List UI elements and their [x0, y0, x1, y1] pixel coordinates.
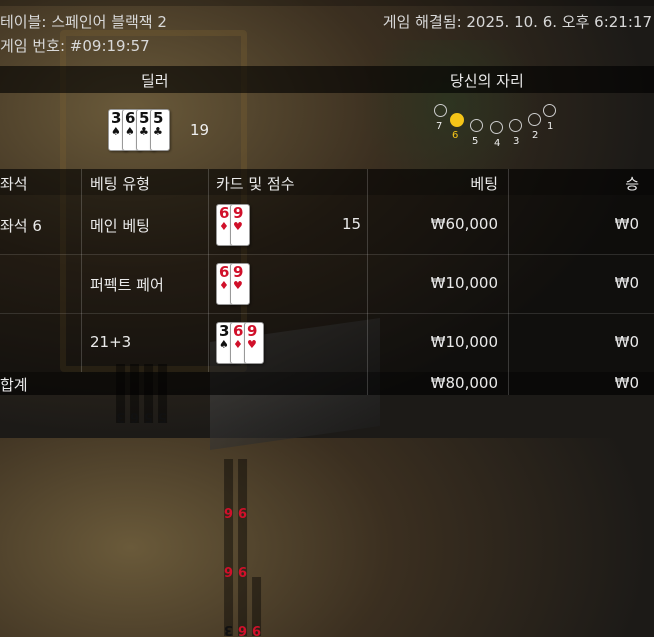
dealer-cards: 3 ♠ 3 6 ♠ 6 5 ♣ 5 5 ♣ 5	[108, 109, 170, 424]
playing-card: 9 ♥ 9	[244, 322, 264, 637]
card-rank: 5	[153, 109, 164, 127]
seat-circle	[509, 119, 522, 132]
playing-card: 9 ♥ 9	[230, 263, 250, 578]
seat-circle	[470, 119, 483, 132]
row-score: 15	[342, 215, 362, 233]
col-win: 승	[625, 175, 639, 193]
table-header: 좌석 베팅 유형 카드 및 점수 베팅 승	[0, 169, 654, 195]
playing-card: 5 ♣ 5	[150, 109, 170, 424]
card-rank-corner: 9	[237, 518, 247, 578]
row-cards: 6 ♦ 6 9 ♥ 9	[216, 204, 250, 519]
card-rank-corner: 6	[237, 577, 247, 637]
card-rank: 6	[219, 263, 230, 281]
row-divider	[0, 254, 654, 255]
top-bar	[0, 0, 654, 6]
header-left: 테이블: 스페인어 블랙잭 2 게임 번호: #09:19:57	[0, 10, 167, 58]
seat-circle	[434, 104, 447, 117]
row-bet-type: 21+3	[90, 333, 132, 351]
card-suit-icon: ♠	[125, 125, 135, 138]
seat-number: 3	[513, 136, 520, 147]
card-rank-corner: 6	[223, 459, 233, 519]
card-rank-corner: 9	[251, 577, 261, 637]
total-win: ₩0	[614, 374, 639, 392]
seat-circle-mine	[450, 113, 464, 127]
card-rank: 3	[111, 109, 122, 127]
col-cards: 카드 및 점수	[216, 175, 295, 193]
row-win: ₩0	[614, 215, 639, 233]
row-bet: ₩10,000	[430, 274, 498, 292]
table-row: 21+3 3 ♠ 3 6 ♦ 6 9 ♥ 9 ₩10,000 ₩0	[0, 313, 654, 637]
card-suit-icon: ♣	[139, 125, 149, 138]
your-seat-title: 당신의 자리	[450, 72, 524, 90]
row-win: ₩0	[614, 274, 639, 292]
card-rank: 9	[233, 204, 244, 222]
card-suit-icon: ♠	[111, 125, 121, 138]
total-bet: ₩80,000	[430, 374, 498, 392]
seat-circle	[528, 113, 541, 126]
seat-number: 2	[532, 130, 539, 141]
seat-number: 1	[547, 121, 554, 132]
card-suit-icon: ♦	[219, 220, 229, 233]
row-win: ₩0	[614, 333, 639, 351]
col-divider	[81, 169, 82, 372]
col-seat: 좌석	[0, 175, 28, 193]
card-suit-icon: ♦	[233, 338, 243, 351]
card-rank-corner: 9	[237, 459, 247, 519]
card-rank: 6	[233, 322, 244, 340]
col-divider	[367, 169, 368, 395]
table-name: 테이블: 스페인어 블랙잭 2	[0, 13, 167, 31]
row-divider	[0, 313, 654, 314]
total-label: 합계	[0, 376, 28, 394]
card-rank: 9	[233, 263, 244, 281]
card-suit-icon: ♥	[233, 279, 243, 292]
seat-circle	[490, 121, 503, 134]
seat-number: 6	[452, 130, 459, 141]
card-rank: 6	[219, 204, 230, 222]
card-suit-icon: ♣	[153, 125, 163, 138]
seat-number: 4	[494, 138, 501, 149]
card-suit-icon: ♥	[247, 338, 257, 351]
resolved-time: 게임 해결됨: 2025. 10. 6. 오후 6:21:17	[382, 13, 652, 31]
dealer-title: 딜러	[141, 72, 169, 90]
total-row: 합계 ₩80,000 ₩0	[0, 372, 654, 395]
row-cards: 3 ♠ 3 6 ♦ 6 9 ♥ 9	[216, 322, 264, 637]
row-bet-type: 퍼펙트 페어	[90, 276, 164, 294]
seat-circle	[543, 104, 556, 117]
row-bet-type: 메인 베팅	[90, 217, 150, 235]
game-header: 테이블: 스페인어 블랙잭 2 게임 번호: #09:19:57 게임 해결됨:…	[0, 10, 654, 62]
card-rank: 9	[247, 322, 258, 340]
card-suit-icon: ♠	[219, 338, 229, 351]
seat-number: 7	[436, 121, 443, 132]
card-rank-corner: 3	[223, 577, 233, 637]
col-divider	[208, 169, 209, 372]
playing-card: 9 ♥ 9	[230, 204, 250, 519]
card-rank: 6	[125, 109, 136, 127]
card-rank-corner: 6	[223, 518, 233, 578]
seat-number: 5	[472, 136, 479, 147]
game-number: 게임 번호: #09:19:57	[0, 37, 150, 55]
card-suit-icon: ♦	[219, 279, 229, 292]
dealer-header-band: 딜러 당신의 자리	[0, 66, 654, 93]
row-bet: ₩60,000	[430, 215, 498, 233]
col-bet: 베팅	[470, 175, 498, 193]
row-bet: ₩10,000	[430, 333, 498, 351]
row-seat: 좌석 6	[0, 217, 42, 235]
seat-map: 76 5 4 3 21	[430, 98, 560, 154]
card-suit-icon: ♥	[233, 220, 243, 233]
col-divider	[508, 169, 509, 395]
col-bet-type: 베팅 유형	[90, 175, 150, 193]
row-cards: 6 ♦ 6 9 ♥ 9	[216, 263, 250, 578]
table-row: 좌석 6 메인 베팅 6 ♦ 6 9 ♥ 9 15 ₩60,000 ₩0	[0, 195, 654, 519]
table-row: 퍼펙트 페어 6 ♦ 6 9 ♥ 9 ₩10,000 ₩0	[0, 254, 654, 578]
dealer-score: 19	[190, 121, 210, 139]
card-rank: 3	[219, 322, 230, 340]
card-rank: 5	[139, 109, 150, 127]
